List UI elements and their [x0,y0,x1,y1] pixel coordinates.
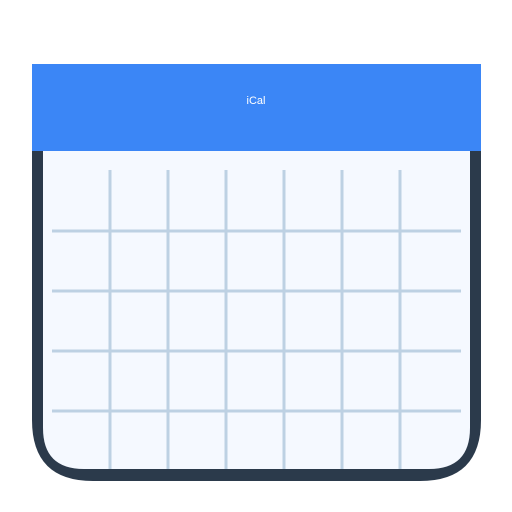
app-title: iCal [247,95,266,107]
calendar-header [32,64,481,151]
calendar-app-icon: iCal [0,0,512,512]
calendar-body [43,140,470,469]
calendar-icon: iCal [32,64,481,481]
